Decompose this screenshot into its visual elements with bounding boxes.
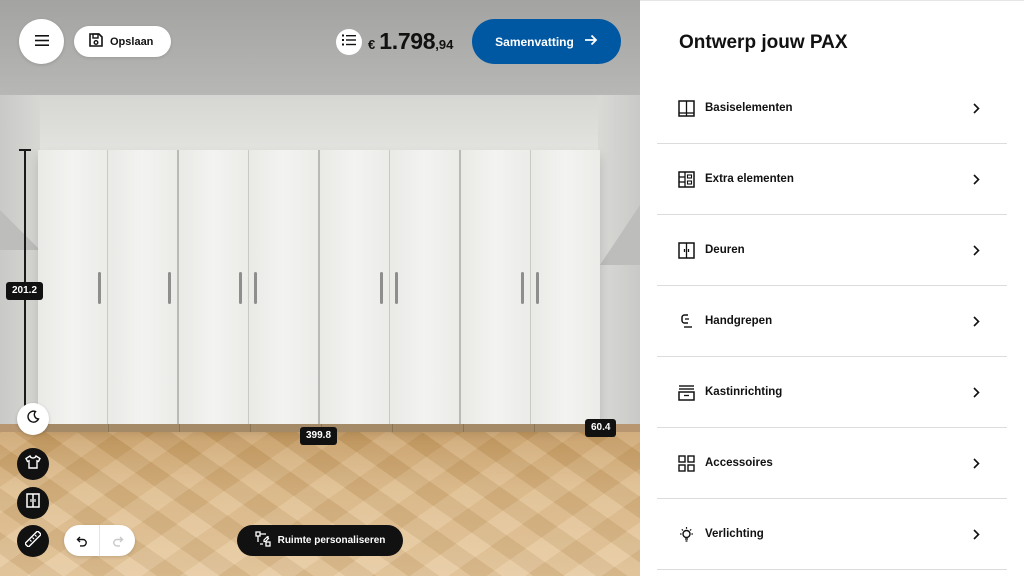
category-label: Extra elementen (705, 173, 794, 185)
wardrobe-door[interactable] (320, 150, 390, 425)
measure-button[interactable] (17, 525, 49, 557)
pax-wardrobe[interactable] (38, 150, 600, 425)
wardrobe-door[interactable] (390, 150, 461, 425)
door-handle (168, 272, 171, 304)
chevron-right-icon (971, 244, 981, 256)
price-cents: ,94 (435, 37, 454, 52)
wardrobe-door[interactable] (179, 150, 249, 425)
list-icon (342, 33, 356, 51)
category-label: Kastinrichting (705, 386, 783, 398)
category-item-basiselementen[interactable]: Basiselementen (657, 73, 1007, 144)
height-dimension-label: 201.2 (6, 282, 44, 300)
night-mode-button[interactable] (17, 403, 49, 435)
right-wall (598, 95, 640, 435)
door-handle (521, 272, 524, 304)
price-currency: € (368, 37, 376, 52)
category-label: Basiselementen (705, 102, 793, 114)
category-label: Accessoires (705, 457, 773, 469)
shelves-icon (677, 170, 695, 188)
wardrobe-door[interactable] (531, 150, 600, 425)
category-item-extra-elementen[interactable]: Extra elementen (657, 144, 1007, 215)
door-handle (536, 272, 539, 304)
personalize-room-label: Ruimte personaliseren (277, 535, 386, 546)
category-item-deuren[interactable]: Deuren (657, 215, 1007, 286)
summary-button[interactable]: Samenvatting (472, 19, 621, 64)
ruler-icon (23, 529, 43, 552)
redo-button[interactable] (100, 525, 135, 556)
room-edit-icon (254, 531, 271, 550)
moon-icon (26, 409, 40, 429)
redo-icon (112, 536, 123, 547)
category-item-handgrepen[interactable]: Handgrepen (657, 286, 1007, 357)
door-handle (239, 272, 242, 304)
category-label: Handgrepen (705, 315, 773, 327)
category-label: Verlichting (705, 528, 764, 540)
total-price: € 1.798 ,94 (368, 28, 453, 55)
right-wall-slope (600, 205, 640, 265)
panel-title: Ontwerp jouw PAX (679, 32, 848, 53)
chevron-right-icon (971, 173, 981, 185)
chevron-right-icon (971, 102, 981, 114)
frame-icon (677, 99, 695, 117)
price-details-button[interactable] (336, 29, 362, 55)
door-icon (677, 241, 695, 259)
drawer-icon (677, 383, 695, 401)
category-item-kastinrichting[interactable]: Kastinrichting (657, 357, 1007, 428)
main-menu-button[interactable] (19, 19, 64, 64)
chevron-right-icon (971, 386, 981, 398)
save-button[interactable]: Opslaan (74, 26, 172, 57)
summary-button-label: Samenvatting (495, 34, 574, 49)
door-handle (395, 272, 398, 304)
height-dimension-tick (19, 149, 31, 151)
category-item-verlichting[interactable]: Verlichting (657, 499, 1007, 570)
lightbulb-icon (677, 525, 695, 543)
personalize-room-button[interactable]: Ruimte personaliseren (237, 525, 403, 556)
handle-icon (677, 312, 695, 330)
floppy-disk-icon (88, 32, 104, 51)
category-item-accessoires[interactable]: Accessoires (657, 428, 1007, 499)
chevron-right-icon (971, 457, 981, 469)
door-handle (380, 272, 383, 304)
chevron-right-icon (971, 315, 981, 327)
undo-button[interactable] (64, 525, 100, 556)
save-button-label: Opslaan (110, 35, 154, 48)
design-category-list: Basiselementen Extra elementen Deuren Ha… (657, 73, 1007, 570)
room-3d-viewport[interactable]: 201.2 399.8 60.4 Opslaan € 1.798 ,94 Sam… (0, 0, 640, 576)
doors-view-button[interactable] (17, 487, 49, 519)
wardrobe-icon (26, 493, 40, 513)
wardrobe-door[interactable] (108, 150, 179, 425)
grid-icon (677, 454, 695, 472)
shirt-icon (25, 454, 41, 474)
design-panel: Ontwerp jouw PAX Basiselementen Extra el… (640, 0, 1024, 576)
hamburger-icon (34, 33, 49, 51)
undo-icon (76, 536, 87, 547)
left-wall-slope (0, 210, 40, 250)
style-button[interactable] (17, 448, 49, 480)
chevron-right-icon (971, 528, 981, 540)
wardrobe-door[interactable] (38, 150, 108, 425)
category-label: Deuren (705, 244, 745, 256)
price-main: 1.798 (379, 28, 436, 54)
left-wall (0, 95, 40, 435)
depth-dimension-label: 60.4 (585, 419, 617, 437)
wardrobe-door[interactable] (461, 150, 531, 425)
wardrobe-door[interactable] (249, 150, 320, 425)
door-handle (98, 272, 101, 304)
door-handle (254, 272, 257, 304)
width-dimension-label: 399.8 (300, 427, 338, 445)
arrow-right-icon (584, 34, 598, 49)
undo-redo-group (64, 525, 135, 556)
